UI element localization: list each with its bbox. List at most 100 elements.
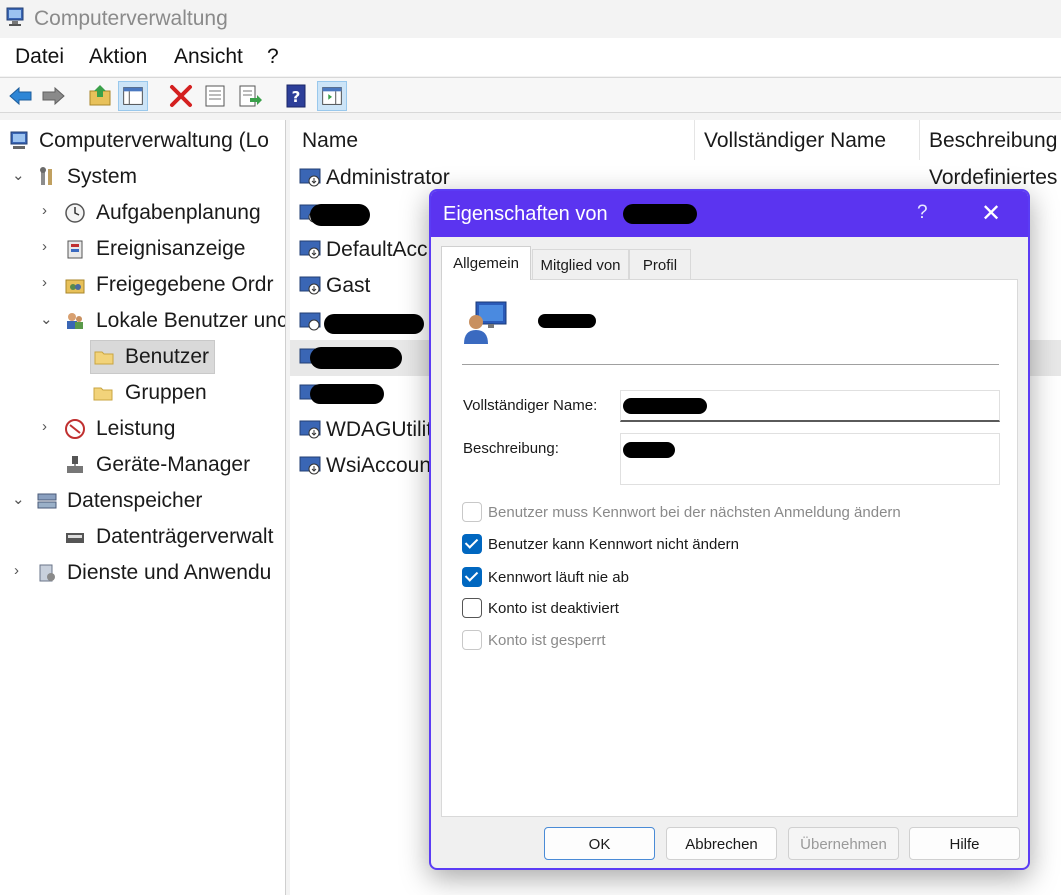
checkbox-cannot-change-password[interactable]: [462, 534, 482, 554]
column-header-description[interactable]: Beschreibung: [920, 120, 1061, 160]
tree-item-label: Benutzer: [125, 345, 210, 368]
user-account-icon: [464, 301, 507, 344]
dialog-help-button[interactable]: ?: [917, 202, 928, 224]
user-name: WDAGUtilit: [326, 418, 433, 441]
tree-item-aufgabenplanung[interactable]: › Aufgabenplanung: [0, 196, 285, 230]
checkbox-label[interactable]: Benutzer kann Kennwort nicht ändern: [488, 536, 739, 553]
services-icon: [39, 564, 55, 582]
menu-bar: Datei Aktion Ansicht ?: [0, 38, 1061, 76]
tree-item-computerverwaltung[interactable]: Computerverwaltung (Lo: [0, 124, 285, 158]
user-name: WsiAccoun: [326, 454, 432, 477]
menu-ansicht[interactable]: Ansicht: [174, 45, 243, 69]
tree-item-system[interactable]: ⌄ System: [0, 160, 285, 194]
redacted-name: [310, 384, 384, 404]
navigation-tree: Computerverwaltung (Lo ⌄ System › Aufgab…: [0, 120, 286, 895]
tree-item-gruppen[interactable]: Gruppen: [0, 376, 285, 410]
clock-icon: [65, 203, 85, 223]
properties-icon[interactable]: [200, 81, 230, 111]
event-viewer-icon: [67, 240, 83, 259]
column-header-full-name[interactable]: Vollständiger Name: [695, 120, 920, 160]
help-icon[interactable]: ?: [281, 81, 311, 111]
user-description: Vordefiniertes: [929, 166, 1058, 189]
users-icon: [67, 313, 83, 329]
help-button[interactable]: Hilfe: [909, 827, 1020, 860]
menu-aktion[interactable]: Aktion: [89, 45, 147, 69]
tree-item-dienste[interactable]: › Dienste und Anwendu: [0, 556, 285, 590]
menu-datei[interactable]: Datei: [15, 45, 64, 69]
checkbox-label: Benutzer muss Kennwort bei der nächsten …: [488, 504, 901, 521]
column-header-name[interactable]: Name: [290, 120, 695, 160]
chevron-right-icon[interactable]: ›: [42, 238, 56, 255]
tab-mitglied-von[interactable]: Mitglied von: [532, 249, 629, 279]
dialog-title: Eigenschaften von: [443, 203, 608, 225]
checkbox-label[interactable]: Kennwort läuft nie ab: [488, 569, 629, 586]
description-field[interactable]: [620, 433, 1000, 485]
tree-item-label: Aufgabenplanung: [96, 201, 261, 224]
delete-icon[interactable]: [166, 81, 196, 111]
ok-button[interactable]: OK: [544, 827, 655, 860]
redacted-name: [324, 314, 424, 334]
chevron-down-icon[interactable]: ⌄: [40, 310, 54, 328]
tree-item-freigegebene-ordner[interactable]: › Freigegebene Ordr: [0, 268, 285, 302]
chevron-right-icon[interactable]: ›: [42, 418, 56, 435]
tree-item-geraete-manager[interactable]: Geräte-Manager: [0, 448, 285, 482]
tree-item-label: Gruppen: [125, 381, 207, 404]
user-icon: [299, 420, 321, 439]
user-icon: [299, 168, 321, 187]
full-name-field[interactable]: [620, 390, 1000, 422]
tree-item-label: Datenträgerverwalt: [96, 525, 274, 548]
tree-item-ereignisanzeige[interactable]: › Ereignisanzeige: [0, 232, 285, 266]
tools-icon: [40, 167, 52, 185]
user-name: Gast: [326, 274, 371, 297]
full-name-label: Vollständiger Name:: [463, 397, 598, 414]
menu-help[interactable]: ?: [267, 45, 279, 69]
cancel-button[interactable]: Abbrechen: [666, 827, 777, 860]
chevron-right-icon[interactable]: ›: [42, 202, 56, 219]
checkbox-must-change-password: [462, 502, 482, 522]
up-folder-icon[interactable]: [85, 81, 115, 111]
apply-button: Übernehmen: [788, 827, 899, 860]
computer-management-icon: [10, 131, 28, 149]
checkbox-account-disabled[interactable]: [462, 598, 482, 618]
tree-item-label: Computerverwaltung (Lo: [39, 129, 269, 152]
redacted-name: [310, 347, 402, 369]
forward-arrow-icon[interactable]: [38, 81, 68, 111]
action-pane-icon[interactable]: [317, 81, 347, 111]
redacted-account-name: [538, 314, 596, 328]
close-icon[interactable]: ✕: [981, 199, 1001, 228]
user-icon: [299, 456, 321, 475]
tab-profil[interactable]: Profil: [629, 249, 691, 279]
description-label: Beschreibung:: [463, 440, 559, 457]
shared-folder-icon: [65, 279, 85, 294]
tree-item-label: Geräte-Manager: [96, 453, 251, 476]
checkbox-password-never-expires[interactable]: [462, 567, 482, 587]
tree-item-leistung[interactable]: › Leistung: [0, 412, 285, 446]
tab-panel-allgemein: Vollständiger Name: Beschreibung: Benutz…: [441, 279, 1018, 817]
user-name: DefaultAcc: [326, 238, 428, 261]
tree-item-label: Dienste und Anwendu: [67, 561, 272, 584]
tree-item-label: Freigegebene Ordr: [96, 273, 274, 296]
checkbox-label[interactable]: Konto ist deaktiviert: [488, 600, 619, 617]
tree-item-lokale-benutzer[interactable]: ⌄ Lokale Benutzer unc: [0, 304, 285, 338]
user-name: Administrator: [326, 166, 450, 189]
tree-item-datentraegerverwaltung[interactable]: Datenträgerverwalt: [0, 520, 285, 554]
export-list-icon[interactable]: [235, 81, 265, 111]
redacted-user-name: [623, 204, 697, 224]
chevron-right-icon[interactable]: ›: [14, 562, 28, 579]
chevron-down-icon[interactable]: ⌄: [12, 166, 26, 184]
chevron-right-icon[interactable]: ›: [42, 274, 56, 291]
user-icon: [299, 240, 321, 259]
show-hide-tree-icon[interactable]: [118, 81, 148, 111]
performance-icon: [65, 419, 85, 439]
tree-item-label: Datenspeicher: [67, 489, 203, 512]
tree-item-datenspeicher[interactable]: ⌄ Datenspeicher: [0, 484, 285, 518]
back-arrow-icon[interactable]: [6, 81, 36, 111]
tab-allgemein[interactable]: Allgemein: [441, 246, 531, 280]
device-manager-icon: [67, 456, 83, 473]
chevron-down-icon[interactable]: ⌄: [12, 490, 26, 508]
redacted-name: [310, 204, 370, 226]
divider: [462, 364, 999, 365]
checkbox-label: Konto ist gesperrt: [488, 632, 606, 649]
tree-item-benutzer[interactable]: Benutzer: [90, 340, 215, 374]
properties-dialog: Eigenschaften von ? ✕ Allgemein Mitglied…: [429, 189, 1030, 870]
